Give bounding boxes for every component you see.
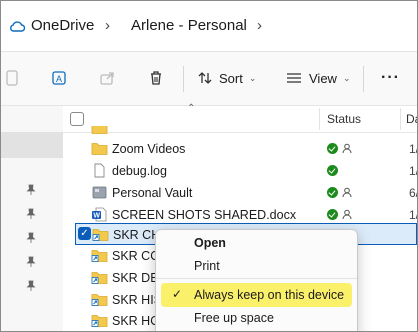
view-icon (287, 73, 301, 83)
share-button[interactable] (99, 64, 117, 92)
pin-icon (26, 208, 36, 219)
rename-icon: A (52, 71, 66, 85)
nav-selected-item[interactable] (1, 132, 63, 158)
date-cell: 1/ (409, 164, 417, 178)
column-date[interactable]: Da (406, 112, 417, 126)
shared-person-icon (342, 187, 352, 198)
folder-shortcut-icon (91, 315, 108, 327)
copy-button[interactable] (5, 64, 19, 92)
sync-status (327, 143, 352, 154)
folder-shortcut-icon (91, 294, 108, 306)
context-menu: Open Print ✓ Always keep on this device … (155, 229, 358, 331)
share-icon (100, 72, 114, 85)
row-checkbox-checked[interactable]: ✓ (78, 227, 91, 240)
shared-person-icon (342, 209, 352, 220)
trash-icon (151, 71, 161, 85)
view-button[interactable]: View ⌄ (285, 64, 351, 92)
folder-icon (91, 143, 108, 155)
sort-label: Sort (219, 70, 243, 86)
svg-text:A: A (56, 74, 62, 84)
sync-status (327, 209, 352, 220)
toolbar-separator (363, 66, 364, 92)
file-icon (94, 163, 105, 178)
table-row-partial[interactable] (63, 126, 417, 134)
checkmark-icon: ✓ (172, 287, 183, 301)
pin-icon (26, 256, 36, 267)
toolbar-separator (183, 66, 184, 92)
view-label: View (309, 70, 337, 86)
pin-icon (26, 232, 36, 243)
date-cell: 1/ (409, 208, 417, 222)
address-bar[interactable]: OneDrive › Arlene - Personal › (1, 1, 417, 52)
delete-button[interactable] (147, 64, 165, 92)
sort-up-icon: ⌃ (187, 103, 196, 114)
pin-icon (26, 280, 36, 291)
copy-icon (6, 70, 18, 86)
synced-check-icon (327, 209, 338, 220)
folder-shortcut-icon (92, 229, 109, 241)
menu-item-label: Always keep on this device (194, 288, 345, 302)
folder-icon (91, 126, 108, 134)
shared-person-icon (342, 143, 352, 154)
breadcrumb-separator-icon[interactable]: › (105, 15, 110, 37)
file-name: Zoom Videos (112, 142, 186, 156)
menu-item-print[interactable]: Print (161, 254, 352, 278)
file-name: debug.log (112, 164, 167, 178)
table-row[interactable]: Personal Vault 6/ (63, 182, 417, 204)
sort-button[interactable]: Sort ⌄ (197, 64, 256, 92)
menu-item-always-keep[interactable]: ✓ Always keep on this device (161, 283, 352, 307)
rename-button[interactable]: A (51, 64, 69, 92)
pin-icon (26, 184, 36, 195)
more-icon: ··· (381, 69, 400, 86)
menu-divider (156, 278, 357, 279)
file-name: SCREEN SHOTS SHARED.docx (112, 208, 297, 222)
menu-item-label: Open (194, 236, 226, 250)
breadcrumb-chevron-icon[interactable]: › (257, 15, 262, 37)
select-all-checkbox[interactable] (70, 112, 84, 126)
file-name: Personal Vault (112, 186, 193, 200)
menu-item-open[interactable]: Open (161, 231, 352, 255)
breadcrumb-current[interactable]: Arlene - Personal (131, 15, 247, 37)
vault-icon (92, 186, 107, 199)
sync-status (327, 165, 338, 176)
navigation-pane[interactable] (1, 106, 63, 331)
sort-icon (198, 72, 212, 84)
svg-text:W: W (93, 213, 100, 220)
date-cell: 1/ (409, 142, 417, 156)
column-status[interactable]: Status (327, 112, 361, 126)
menu-item-label: Print (194, 259, 220, 273)
menu-item-label: Free up space (194, 311, 274, 325)
word-document-icon: W (92, 207, 107, 222)
command-bar: A Sort ⌄ View ⌄ ··· (1, 52, 417, 106)
file-explorer-window: OneDrive › Arlene - Personal › A Sort ⌄ … (0, 0, 418, 332)
more-options-button[interactable]: ··· (381, 64, 400, 92)
chevron-down-icon: ⌄ (248, 72, 257, 83)
synced-check-icon (327, 143, 338, 154)
date-cell: 6/ (409, 186, 417, 200)
onedrive-cloud-icon (10, 21, 25, 32)
synced-check-icon (327, 187, 338, 198)
sync-status (327, 187, 352, 198)
table-row[interactable]: Zoom Videos 1/ (63, 138, 417, 160)
menu-item-free-up-space[interactable]: Free up space (161, 306, 352, 330)
table-row[interactable]: debug.log 1/ (63, 160, 417, 182)
breadcrumb-onedrive[interactable]: OneDrive (31, 15, 94, 37)
chevron-down-icon: ⌄ (342, 72, 351, 83)
folder-shortcut-icon (91, 272, 108, 284)
folder-shortcut-icon (91, 250, 108, 262)
synced-check-icon (327, 165, 338, 176)
